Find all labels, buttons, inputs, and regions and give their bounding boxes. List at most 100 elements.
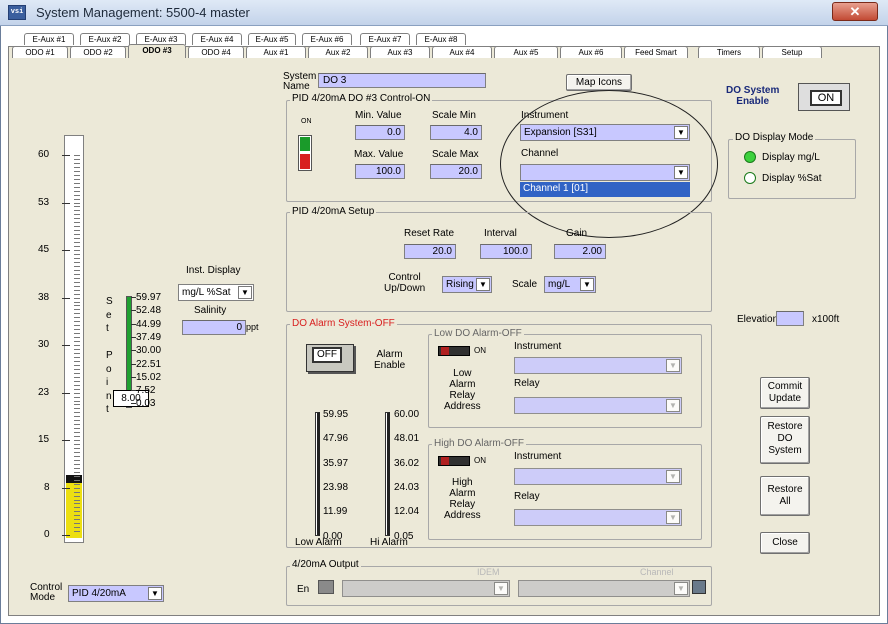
tab-e-aux-2[interactable]: E-Aux #2 <box>80 33 130 45</box>
interval-field[interactable]: 100.0 <box>480 244 532 259</box>
scale-minor-tick <box>74 218 80 219</box>
commit-update-button[interactable]: Commit Update <box>760 377 810 409</box>
output-channel-toggle[interactable] <box>692 580 706 594</box>
output-channel-label: Channel <box>640 567 674 577</box>
map-icons-button[interactable]: Map Icons <box>566 74 632 91</box>
scale-minor-tick <box>74 203 80 204</box>
tab-e-aux-7[interactable]: E-Aux #7 <box>360 33 410 45</box>
gain-field[interactable]: 2.00 <box>554 244 606 259</box>
scale-minor-tick <box>74 278 80 279</box>
do-enable-label: DO System Enable <box>726 85 780 107</box>
restore-do-system-button[interactable]: Restore DO System <box>760 416 810 464</box>
tab-odo-1[interactable]: ODO #1 <box>12 46 68 58</box>
scale-minor-tick <box>74 480 80 481</box>
salinity-field[interactable]: 0 <box>182 320 246 335</box>
output-en-toggle[interactable] <box>318 580 334 594</box>
tab-e-aux-4[interactable]: E-Aux #4 <box>192 33 242 45</box>
scale-minor-tick <box>74 531 80 532</box>
control-mode-select[interactable]: PID 4/20mA ▼ <box>68 585 164 602</box>
tab-setup[interactable]: Setup <box>762 46 822 58</box>
gain-label: Gain <box>566 228 588 239</box>
scale-minor-tick <box>74 187 80 188</box>
scale-minor-tick <box>74 163 80 164</box>
high-relay-select[interactable]: ▼ <box>514 509 682 526</box>
scale-minor-tick <box>74 393 80 394</box>
scale-value: mg/L <box>548 279 571 290</box>
close-button[interactable]: Close <box>760 532 810 554</box>
system-name-label: System Name <box>283 71 317 92</box>
low-alarm-led <box>438 346 470 356</box>
setpoint-letter: S <box>106 296 113 307</box>
elevation-field[interactable] <box>776 311 804 326</box>
max-value-field[interactable]: 100.0 <box>355 164 405 179</box>
low-instrument-select[interactable]: ▼ <box>514 357 682 374</box>
low-alarm-on-label: ON <box>474 346 486 355</box>
setpoint-tick-label: 30.00 <box>136 345 162 357</box>
tab-odo-2[interactable]: ODO #2 <box>70 46 126 58</box>
scale-tick-label: 60 <box>38 149 50 160</box>
restore-all-button[interactable]: Restore All <box>760 476 810 516</box>
display-mg-l-label: Display mg/L <box>762 152 820 163</box>
setpoint-tick <box>131 336 136 338</box>
high-instrument-select[interactable]: ▼ <box>514 468 682 485</box>
radio-mg-l[interactable] <box>744 151 756 163</box>
tab-odo-3[interactable]: ODO #3 <box>128 44 186 58</box>
tab-feed-smart[interactable]: Feed Smart <box>624 46 688 58</box>
scale-tick <box>62 345 70 346</box>
scale-select[interactable]: mg/L ▼ <box>544 276 596 293</box>
control-select[interactable]: Rising ▼ <box>442 276 492 293</box>
tab-aux-3[interactable]: Aux #3 <box>370 46 430 58</box>
scale-minor-tick <box>74 464 80 465</box>
scale-minor-tick <box>74 468 80 469</box>
scale-tick-label: 38 <box>38 291 50 303</box>
tab-e-aux-5[interactable]: E-Aux #5 <box>248 33 296 45</box>
tab-aux-1[interactable]: Aux #1 <box>246 46 306 58</box>
alarm-enable-button[interactable]: OFF <box>312 347 342 363</box>
setpoint-letter: P <box>106 350 113 361</box>
scale-minor-tick <box>74 270 80 271</box>
output-channel-select[interactable]: ▼ <box>518 580 690 597</box>
tab-e-aux-8[interactable]: E-Aux #8 <box>416 33 466 45</box>
scale-minor-tick <box>74 361 80 362</box>
tab-odo-4[interactable]: ODO #4 <box>188 46 244 58</box>
scale-minor-tick <box>74 456 80 457</box>
tab-aux-5[interactable]: Aux #5 <box>494 46 558 58</box>
system-name-input[interactable]: DO 3 <box>318 73 486 88</box>
scale-min-field[interactable]: 4.0 <box>430 125 482 140</box>
tab-aux-2[interactable]: Aux #2 <box>308 46 368 58</box>
tab-e-aux-1[interactable]: E-Aux #1 <box>24 33 74 45</box>
reset-rate-field[interactable]: 20.0 <box>404 244 456 259</box>
do-enable-button[interactable]: ON <box>810 90 842 106</box>
scale-minor-tick <box>74 523 80 524</box>
tab-e-aux-6[interactable]: E-Aux #6 <box>302 33 352 45</box>
output-idem-select[interactable]: ▼ <box>342 580 510 597</box>
low-relay-select[interactable]: ▼ <box>514 397 682 414</box>
chevron-down-icon: ▼ <box>666 399 680 412</box>
setpoint-tick-label: 0.03 <box>136 398 156 410</box>
tab-aux-6[interactable]: Aux #6 <box>560 46 622 58</box>
inst-display-select[interactable]: mg/L %Sat ▼ <box>178 284 254 301</box>
low-alarm-tick-label: 59.95 <box>323 409 349 420</box>
chevron-down-icon: ▼ <box>666 470 680 483</box>
scale-minor-tick <box>74 250 80 251</box>
scale-minor-tick <box>74 511 80 512</box>
min-value-field[interactable]: 0.0 <box>355 125 405 140</box>
scale-max-field[interactable]: 20.0 <box>430 164 482 179</box>
alarm-title: DO Alarm System-OFF <box>290 318 397 329</box>
inst-display-value: mg/L %Sat <box>182 287 231 298</box>
setpoint-tick-label: 59.97 <box>136 292 162 303</box>
radio-sat[interactable] <box>744 172 756 184</box>
scale-tick-label: 30 <box>38 339 50 350</box>
tab-aux-4[interactable]: Aux #4 <box>432 46 492 58</box>
setpoint-tick-label: 52.48 <box>136 305 162 317</box>
scale-tick <box>62 535 70 536</box>
tab-timers[interactable]: Timers <box>698 46 760 58</box>
app-icon: vsi <box>8 5 26 20</box>
close-window-button[interactable]: ✕ <box>832 2 878 21</box>
low-alarm-tick-label: 0.00 <box>323 530 343 542</box>
scale-minor-tick <box>74 230 80 231</box>
scale-minor-tick <box>74 195 80 196</box>
control-value: Rising <box>446 279 474 290</box>
setpoint-tick-label: 37.49 <box>136 331 162 343</box>
min-value-label: Min. Value <box>355 110 402 121</box>
